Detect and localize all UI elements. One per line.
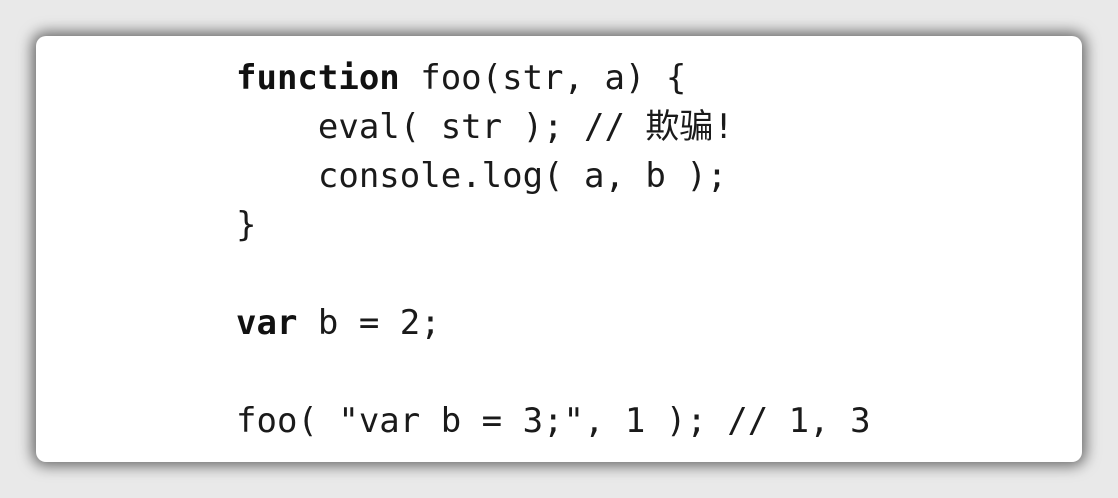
code-line-7-blank [236,348,871,397]
code-card: function foo(str, a) { eval( str ); // 欺… [36,36,1082,462]
code-line-2: eval( str ); // 欺骗! [236,107,734,147]
keyword-function: function [236,58,400,98]
code-line-6: var b = 2; [236,299,871,348]
code-line-1: function foo(str, a) { [236,54,871,103]
code-line-1-text: foo(str, a) { [399,58,687,98]
code-line-3: console.log( a, b ); [236,156,728,196]
code-line-6-text: b = 2; [297,303,441,343]
code-line-5-blank [236,250,871,299]
keyword-var: var [236,303,298,343]
code-line-4: } [236,205,257,245]
code-block: function foo(str, a) { eval( str ); // 欺… [236,54,871,446]
code-line-8: foo( "var b = 3;", 1 ); // 1, 3 [236,401,871,441]
